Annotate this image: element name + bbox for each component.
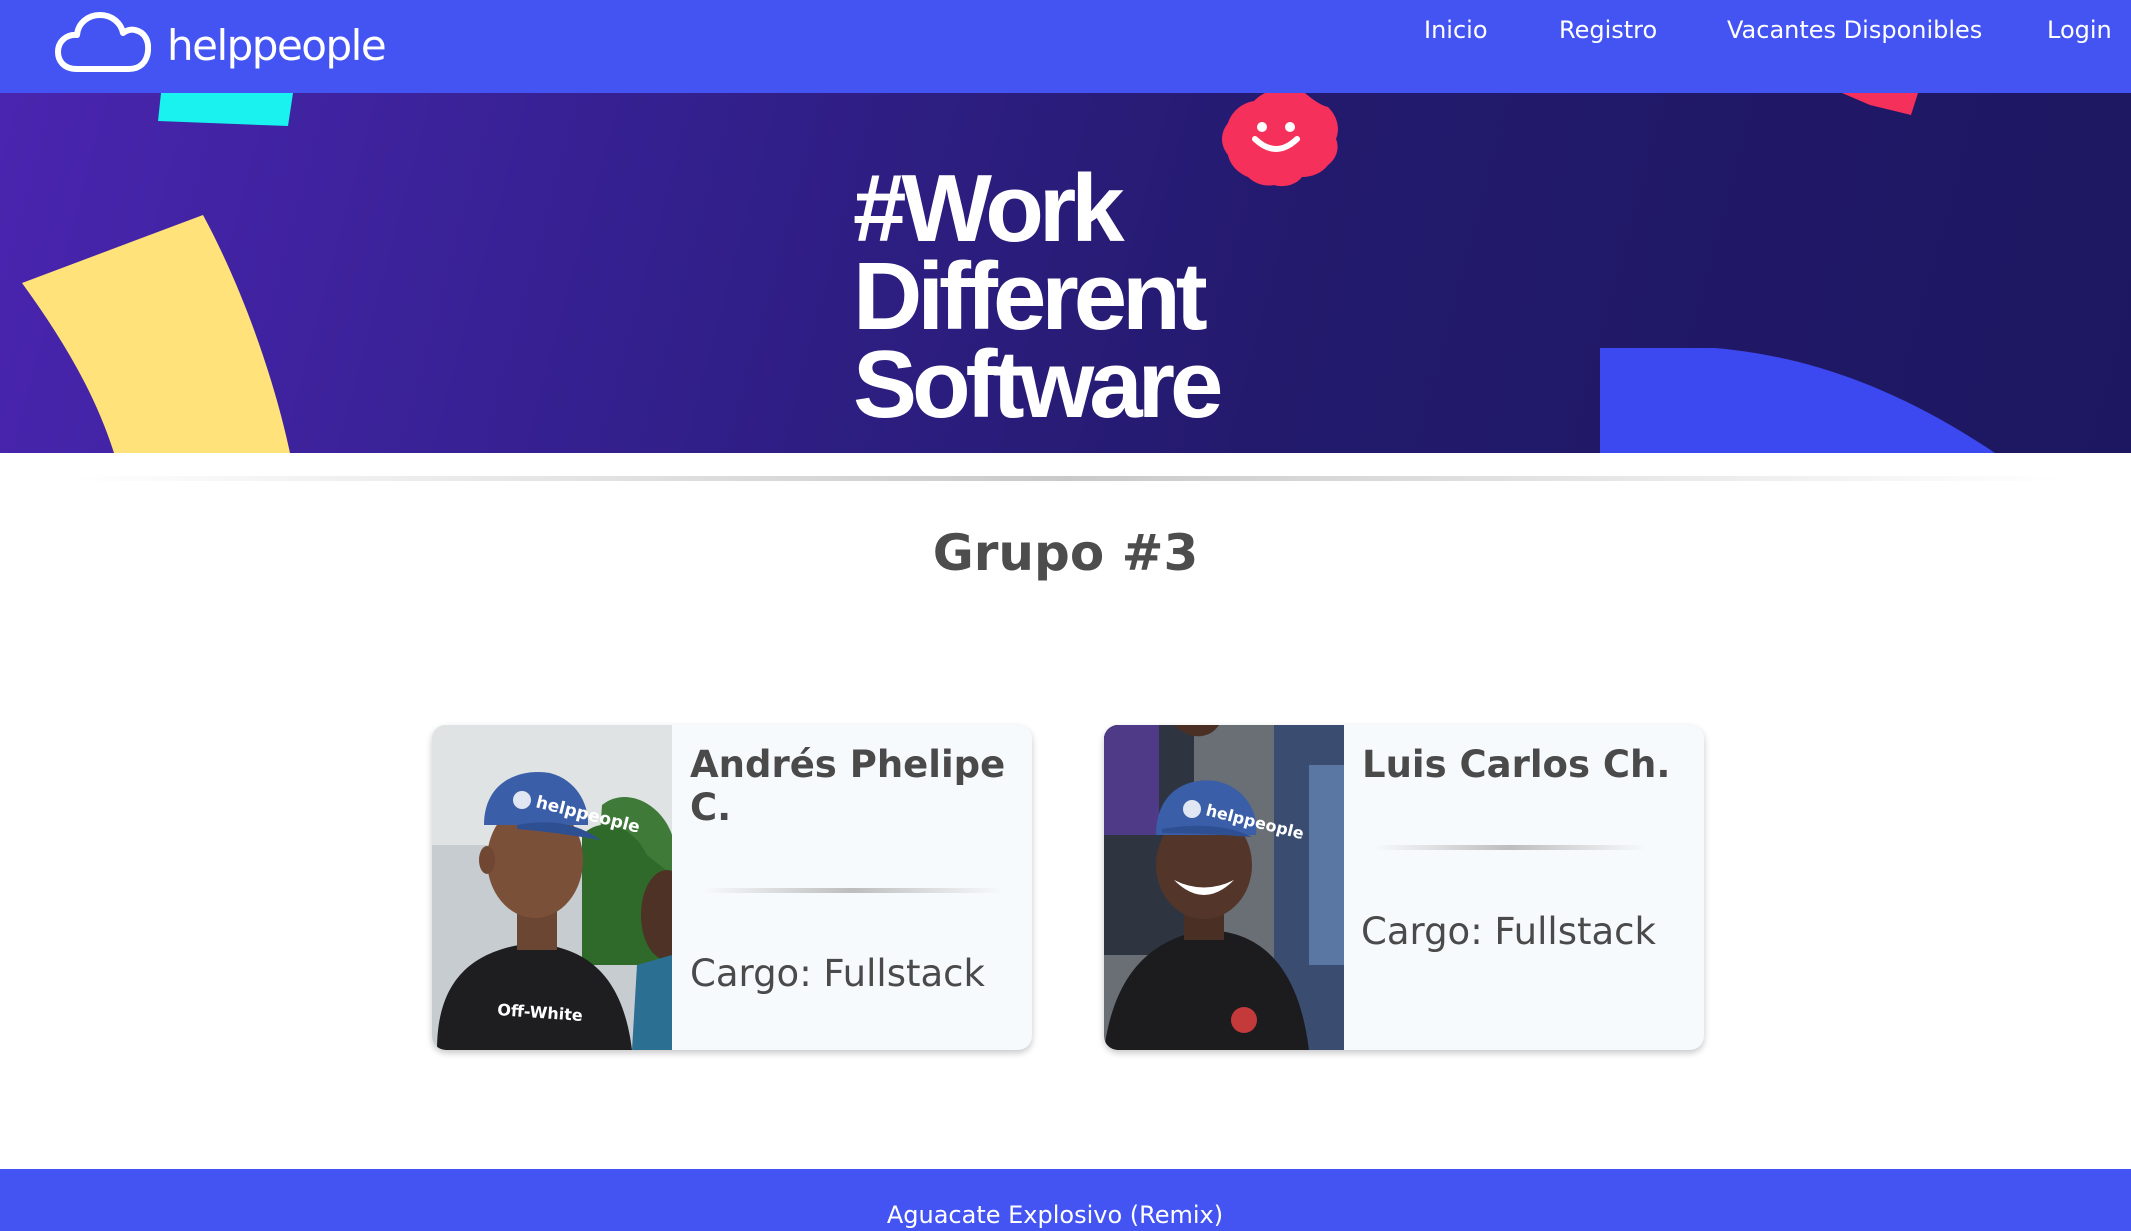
- footer: Aguacate Explosivo (Remix): [0, 1169, 2131, 1231]
- cyan-shape: [158, 93, 293, 126]
- card-divider: [1374, 845, 1646, 850]
- pink-corner-shape: [1842, 93, 1918, 115]
- section-divider: [70, 476, 2061, 481]
- hero-title-line: Software: [853, 331, 1223, 438]
- member-photo: helppeople: [1104, 725, 1344, 1050]
- member-photo: helppeople Off-White: [432, 725, 672, 1050]
- yellow-shape: [22, 215, 290, 453]
- brand-name: helppeople: [167, 20, 387, 70]
- member-name: Luis Carlos Ch.: [1362, 743, 1671, 786]
- navbar: helppeople Inicio Registro Vacantes Disp…: [0, 0, 2131, 93]
- member-role: Cargo: Fullstack: [690, 952, 985, 995]
- hero-banner: #Work Different Software: [0, 93, 2131, 453]
- nav-link-registro[interactable]: Registro: [1559, 16, 1657, 44]
- nav-link-vacantes[interactable]: Vacantes Disponibles: [1727, 16, 1982, 44]
- brand-logo[interactable]: helppeople: [55, 11, 387, 79]
- group-title: Grupo #3: [932, 524, 1199, 582]
- member-role: Cargo: Fullstack: [1361, 910, 1656, 953]
- member-card: helppeople Luis Carlos Ch. Cargo: Fullst…: [1104, 725, 1704, 1050]
- blue-arc-shape: [1600, 348, 1995, 453]
- hero-title-line: #Work: [853, 155, 1125, 262]
- cloud-icon: [55, 11, 152, 79]
- hero-title: #Work Different Software: [853, 155, 1223, 438]
- smiley-badge-icon: [1222, 93, 1338, 187]
- member-card: helppeople Off-White Andrés Phelipe C. C…: [432, 725, 1032, 1050]
- card-divider: [702, 888, 1002, 893]
- footer-text: Aguacate Explosivo (Remix): [886, 1201, 1224, 1229]
- member-name: Andrés Phelipe C.: [690, 743, 1006, 829]
- nav-link-inicio[interactable]: Inicio: [1424, 16, 1488, 44]
- nav-link-login[interactable]: Login: [2047, 16, 2112, 44]
- hero-title-line: Different: [853, 243, 1208, 350]
